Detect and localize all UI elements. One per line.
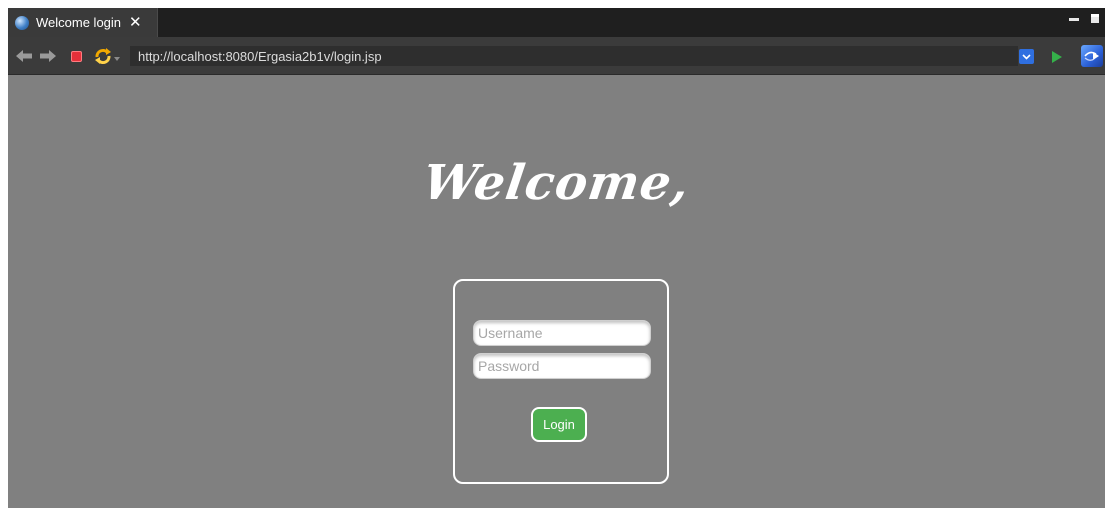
- browser-window: Welcome login ✕ http://localhost:8080/Er…: [8, 8, 1105, 508]
- go-icon[interactable]: [1052, 51, 1062, 63]
- login-form: Login: [453, 279, 669, 484]
- username-input[interactable]: [473, 320, 651, 346]
- login-button[interactable]: Login: [531, 407, 587, 442]
- refresh-icon[interactable]: [92, 37, 122, 75]
- page-title: Welcome,: [419, 155, 694, 211]
- back-arrow-icon[interactable]: [14, 37, 34, 75]
- browser-toolbar: [8, 37, 1105, 75]
- stop-icon[interactable]: [68, 37, 84, 75]
- minimize-icon[interactable]: [1069, 18, 1079, 21]
- url-input[interactable]: [130, 46, 1018, 66]
- close-icon[interactable]: ✕: [129, 15, 142, 30]
- chevron-down-icon[interactable]: [1019, 49, 1034, 64]
- globe-icon: [15, 15, 29, 30]
- window-controls: [1069, 14, 1099, 23]
- tab-welcome-login[interactable]: Welcome login ✕: [8, 8, 158, 37]
- forward-arrow-icon[interactable]: [38, 37, 58, 75]
- maximize-icon[interactable]: [1091, 14, 1099, 23]
- extension-icon[interactable]: [1081, 45, 1103, 67]
- page-content: Welcome, Login: [8, 75, 1105, 508]
- tab-title: Welcome login: [36, 15, 122, 30]
- password-input[interactable]: [473, 353, 651, 379]
- tab-bar: Welcome login ✕: [8, 8, 1105, 37]
